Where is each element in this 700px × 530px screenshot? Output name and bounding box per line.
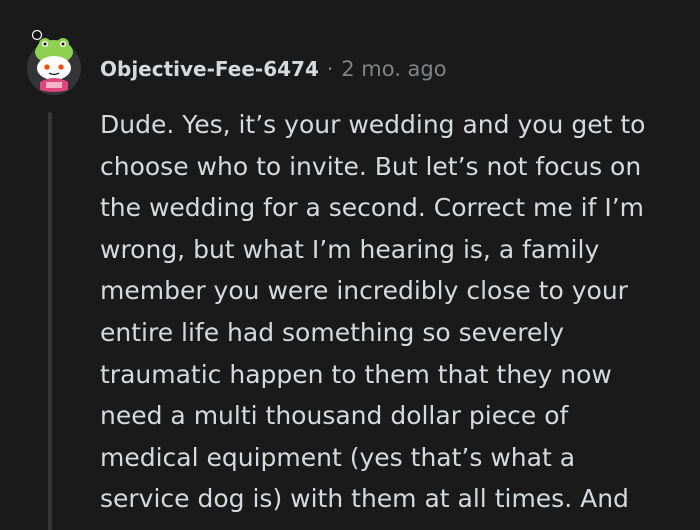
comment-text-line: wrong, but what I’m hearing is, a family (100, 234, 600, 264)
thread-collapse-line[interactable] (48, 112, 52, 530)
comment-text-line: need a multi thousand dollar piece of (100, 401, 569, 431)
comment-text-line: the wedding for a second. Correct me if … (100, 193, 645, 223)
comment-body: Dude. Yes, it’s your wedding and you get… (100, 104, 690, 520)
comment-author[interactable]: Objective-Fee-6474 (100, 57, 319, 81)
comment-text-line: choose who to invite. But let’s not focu… (100, 151, 642, 181)
comment-page: Objective-Fee-6474 · 2 mo. ago Dude. Yes… (0, 0, 700, 530)
meta-separator: · (326, 57, 334, 81)
comment-timestamp[interactable]: 2 mo. ago (341, 57, 446, 81)
comment-text-line: traumatic happen to them that they now (100, 359, 612, 389)
comment-meta: Objective-Fee-6474 · 2 mo. ago (100, 55, 447, 83)
comment-text-line: medical equipment (yes that’s what a (100, 442, 576, 472)
comment-text-line: member you were incredibly close to your (100, 276, 628, 306)
comment-text-line: service dog is) with them at all times. … (100, 484, 629, 514)
comment-text-line: Dude. Yes, it’s your wedding and you get… (100, 110, 646, 139)
user-avatar[interactable] (24, 29, 82, 96)
comment-text-line: entire life had something so severely (100, 317, 565, 347)
snoo-avatar-icon (27, 29, 81, 95)
